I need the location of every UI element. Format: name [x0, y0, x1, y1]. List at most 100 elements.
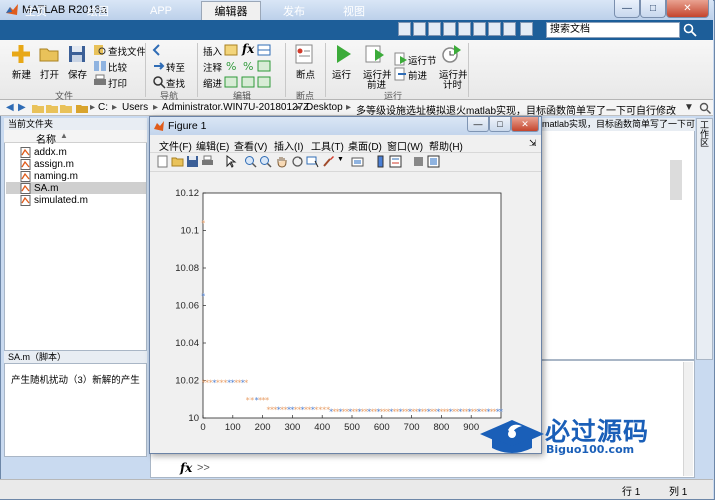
file-row-selected[interactable]: SA.m: [6, 182, 146, 194]
quick-paste-icon[interactable]: [443, 22, 456, 36]
brush-icon[interactable]: [322, 155, 335, 168]
decrease-indent-icon[interactable]: [257, 75, 271, 89]
insert-button[interactable]: 插入: [203, 44, 222, 58]
quick-copy-icon[interactable]: [428, 22, 441, 36]
name-column-header[interactable]: [4, 130, 147, 143]
menu-tools[interactable]: 工具(T): [311, 138, 344, 153]
tab-apps[interactable]: APP: [135, 2, 187, 20]
goto-button[interactable]: 转至: [166, 60, 185, 74]
menu-file[interactable]: 文件(F): [159, 138, 192, 153]
file-row[interactable]: naming.m: [6, 170, 146, 182]
show-plot-tools-icon[interactable]: [427, 155, 440, 168]
pan-icon[interactable]: [275, 155, 288, 168]
print-button[interactable]: 打印: [108, 76, 127, 90]
quick-undo-icon[interactable]: [458, 22, 471, 36]
run-button[interactable]: 运行: [332, 67, 351, 81]
comment-button[interactable]: 注释: [203, 60, 222, 74]
open-button[interactable]: 打开: [40, 67, 59, 81]
print-figure-icon[interactable]: [201, 155, 214, 168]
insert-legend-icon[interactable]: [389, 155, 402, 168]
breadcrumb-user[interactable]: Administrator.WIN7U-20180127Z: [162, 102, 309, 113]
find-files-button[interactable]: 查找文件: [108, 44, 146, 58]
zoom-in-icon[interactable]: [244, 155, 257, 168]
folder-icon[interactable]: [59, 101, 73, 115]
insert-table-icon[interactable]: [257, 43, 271, 57]
rotate-3d-icon[interactable]: [291, 155, 304, 168]
save-figure-icon[interactable]: [186, 155, 199, 168]
menu-dock-icon[interactable]: ⇲: [529, 138, 537, 149]
open-file-icon[interactable]: [171, 155, 184, 168]
command-window-scrollbar[interactable]: [683, 362, 693, 476]
breadcrumb-drive[interactable]: C:: [98, 102, 108, 113]
folder-up-icon[interactable]: [31, 101, 45, 115]
search-docs-input[interactable]: 搜索文档: [546, 22, 680, 38]
uncomment-icon[interactable]: %: [241, 59, 255, 73]
quick-redo-icon[interactable]: [473, 22, 486, 36]
maximize-button[interactable]: □: [640, 0, 666, 18]
tab-home[interactable]: 主页: [12, 2, 60, 20]
tab-publish[interactable]: 发布: [268, 2, 320, 20]
menu-view[interactable]: 查看(V): [234, 138, 267, 153]
hide-plot-tools-icon[interactable]: [412, 155, 425, 168]
breadcrumb-users[interactable]: Users: [122, 102, 148, 113]
open-folder-icon[interactable]: [38, 43, 60, 65]
command-prompt[interactable]: >>: [197, 462, 210, 474]
compare-button[interactable]: 比较: [108, 60, 127, 74]
back-arrow-icon[interactable]: ◀: [6, 102, 14, 113]
comment-icon[interactable]: %: [224, 59, 238, 73]
file-row[interactable]: addx.m: [6, 146, 146, 158]
advance-button[interactable]: 前进: [408, 68, 427, 82]
menu-help[interactable]: 帮助(H): [429, 138, 463, 153]
wrap-comment-icon[interactable]: [257, 59, 271, 73]
run-icon[interactable]: [332, 43, 354, 65]
workspace-label[interactable]: 工作区: [697, 120, 711, 147]
function-browser-icon[interactable]: fx: [180, 461, 192, 475]
figure-maximize-button[interactable]: □: [489, 117, 511, 132]
find-button[interactable]: 查找: [166, 76, 185, 90]
back-forward-icon[interactable]: [152, 43, 166, 57]
forward-arrow-icon[interactable]: ▶: [18, 102, 26, 113]
file-row[interactable]: simulated.m: [6, 194, 146, 206]
brush-dropdown-icon[interactable]: ▼: [337, 156, 344, 163]
insert-colorbar-icon[interactable]: [374, 155, 387, 168]
breakpoints-icon[interactable]: [293, 43, 315, 65]
run-and-time-button-line2[interactable]: 计时: [443, 77, 462, 91]
run-section-button[interactable]: 运行节: [408, 53, 437, 67]
editor-file-tab[interactable]: matlab实现，目标函数简单写了一下可...: [540, 118, 695, 131]
breadcrumb-desktop[interactable]: Desktop: [306, 102, 343, 113]
minimize-button[interactable]: —: [614, 0, 640, 18]
increase-indent-icon[interactable]: [241, 75, 255, 89]
new-figure-icon[interactable]: [156, 155, 169, 168]
name-column-label[interactable]: 名称: [36, 131, 56, 146]
data-cursor-icon[interactable]: [306, 155, 319, 168]
quick-expand-icon[interactable]: [520, 22, 533, 36]
new-icon[interactable]: [10, 43, 32, 65]
close-button[interactable]: ✕: [666, 0, 709, 18]
menu-insert[interactable]: 插入(I): [274, 138, 303, 153]
browse-folder-icon[interactable]: [45, 101, 59, 115]
insert-section-icon[interactable]: [224, 43, 238, 57]
menu-edit[interactable]: 编辑(E): [196, 138, 229, 153]
file-row[interactable]: assign.m: [6, 158, 146, 170]
quick-cut-icon[interactable]: [413, 22, 426, 36]
search-icon[interactable]: [682, 22, 698, 38]
address-dropdown-icon[interactable]: ▼: [684, 102, 694, 113]
figure-minimize-button[interactable]: —: [467, 117, 489, 132]
tab-view[interactable]: 视图: [328, 2, 380, 20]
run-and-time-icon[interactable]: [440, 43, 462, 65]
breadcrumb-project-folder[interactable]: 多等级设施选址模拟退火matlab实现，目标函数简单写了一下可自行修改: [356, 102, 676, 117]
save-icon[interactable]: [66, 43, 88, 65]
workspace-side-panel[interactable]: [696, 118, 713, 360]
menu-window[interactable]: 窗口(W): [387, 138, 423, 153]
edit-plot-icon[interactable]: [224, 155, 237, 168]
tab-editor[interactable]: 编辑器: [201, 1, 261, 20]
editor-panel[interactable]: [540, 118, 695, 360]
insert-function-icon[interactable]: fx: [242, 42, 254, 56]
quick-switch-icon[interactable]: [488, 22, 501, 36]
quick-save-icon[interactable]: [398, 22, 411, 36]
breakpoints-button[interactable]: 断点: [296, 67, 315, 81]
search-folder-icon[interactable]: [698, 101, 712, 115]
menu-desktop[interactable]: 桌面(D): [348, 138, 382, 153]
link-plot-icon[interactable]: [351, 155, 364, 168]
indent-button[interactable]: 缩进: [203, 76, 222, 90]
